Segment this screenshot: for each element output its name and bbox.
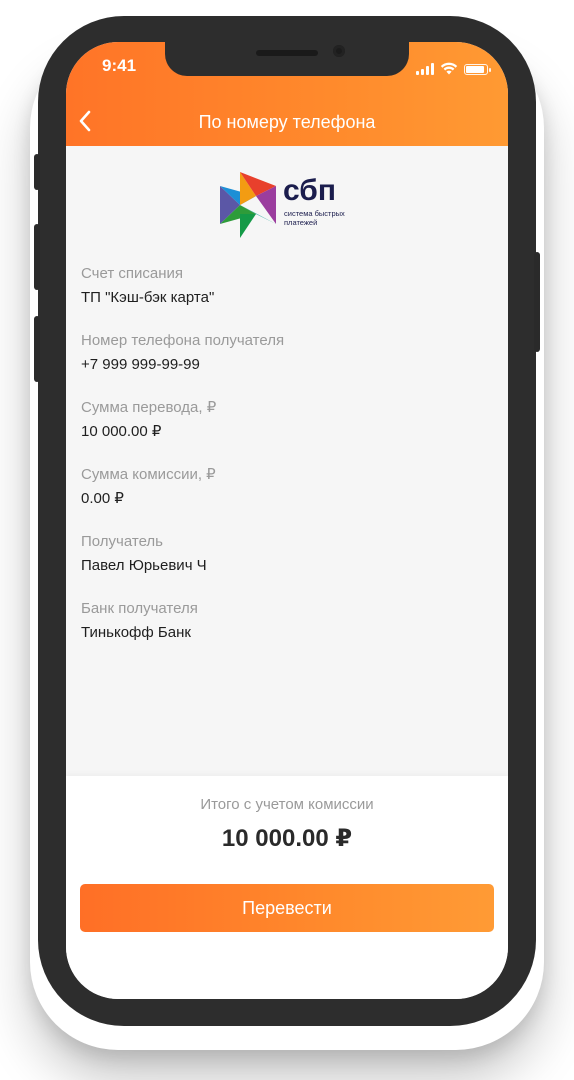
front-camera — [333, 45, 345, 57]
power-button — [534, 252, 540, 352]
app-header: 9:41 По номеру телефона — [66, 42, 508, 146]
field-value: 10 000.00 ₽ — [81, 423, 162, 440]
field-commission: Сумма комиссии, ₽ 0.00 ₽ — [81, 465, 491, 532]
field-label: Сумма перевода, ₽ — [81, 399, 217, 416]
status-icons — [416, 57, 491, 75]
wifi-icon — [440, 62, 458, 75]
summary-panel: Итого с учетом комиссии 10 000.00 ₽ Пере… — [66, 776, 508, 999]
field-value: ТП "Кэш-бэк карта" — [81, 289, 215, 306]
field-value: 0.00 ₽ — [81, 490, 124, 507]
app-screen: 9:41 По номеру телефона сбп система быст… — [66, 42, 508, 999]
sbp-logo-mark — [220, 172, 276, 238]
sbp-logo-name: сбп — [283, 174, 336, 207]
sbp-logo: сбп система быстрых платежей — [220, 172, 360, 240]
mute-switch — [34, 154, 40, 190]
field-value: +7 999 999-99-99 — [81, 356, 200, 373]
field-debit-account: Счет списания ТП "Кэш-бэк карта" — [81, 264, 491, 331]
field-value: Павел Юрьевич Ч — [81, 557, 207, 574]
signal-icon — [416, 63, 434, 75]
transfer-details: Счет списания ТП "Кэш-бэк карта" Номер т… — [81, 264, 491, 666]
speaker — [256, 50, 318, 56]
device-mockup: 9:41 По номеру телефона сбп система быст… — [0, 0, 574, 1080]
battery-level — [466, 66, 484, 73]
field-label: Банк получателя — [81, 600, 198, 617]
volume-down-button — [34, 316, 40, 382]
field-label: Счет списания — [81, 265, 183, 282]
field-transfer-amount: Сумма перевода, ₽ 10 000.00 ₽ — [81, 398, 491, 465]
volume-up-button — [34, 224, 40, 290]
notch — [165, 42, 409, 76]
field-label: Получатель — [81, 533, 163, 550]
field-value: Тинькофф Банк — [81, 624, 191, 641]
field-recipient: Получатель Павел Юрьевич Ч — [81, 532, 491, 599]
sbp-logo-subtitle: система быстрых платежей — [284, 209, 345, 227]
field-recipient-bank: Банк получателя Тинькофф Банк — [81, 599, 491, 666]
page-title: По номеру телефона — [198, 112, 376, 132]
field-recipient-phone: Номер телефона получателя +7 999 999-99-… — [81, 331, 491, 398]
total-label: Итого с учетом комиссии — [200, 796, 374, 813]
battery-icon — [464, 64, 491, 75]
transfer-button[interactable]: Перевести — [80, 884, 494, 932]
status-time: 9:41 — [102, 56, 137, 75]
field-label: Номер телефона получателя — [81, 332, 285, 349]
field-label: Сумма комиссии, ₽ — [81, 466, 216, 483]
total-value: 10 000.00 ₽ — [221, 825, 353, 852]
